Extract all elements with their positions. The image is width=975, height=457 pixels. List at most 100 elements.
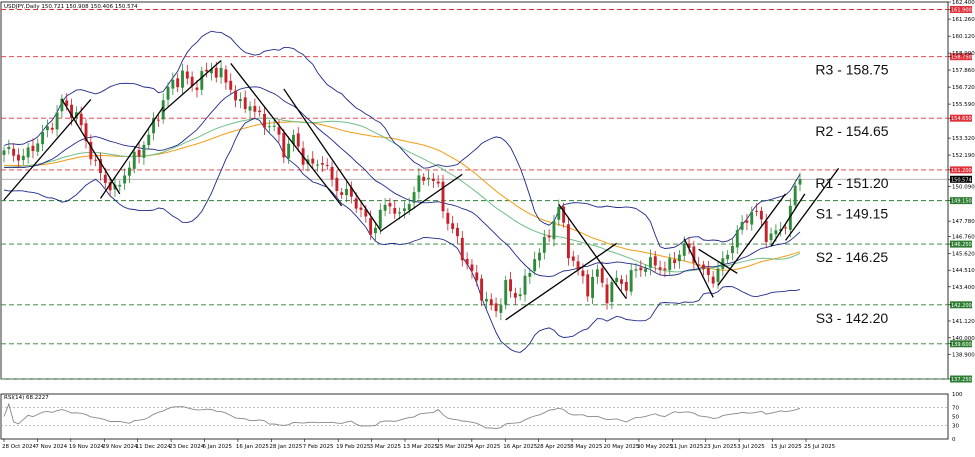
- candle-body: [764, 220, 768, 242]
- candle-body: [465, 258, 469, 265]
- chart-svg: USDJPY,Daily 150.721 150.908 150.406 150…: [0, 0, 975, 452]
- candle-body: [181, 70, 184, 88]
- x-tick-label: 7 Feb 2025: [303, 444, 334, 450]
- chart: USDJPY,Daily 150.721 150.908 150.406 150…: [0, 0, 975, 452]
- candle-body: [407, 204, 411, 211]
- candle-body: [238, 99, 242, 102]
- current-price-text: 150.574: [951, 177, 972, 183]
- candle-body: [460, 237, 464, 261]
- candle-body: [320, 163, 324, 165]
- x-tick-label: 11 Dec 2024: [136, 444, 172, 450]
- candle-body: [600, 268, 604, 283]
- candle-body: [509, 279, 512, 292]
- candle-body: [156, 119, 160, 121]
- candle-body: [504, 280, 508, 305]
- x-tick-label: 29 Nov 2024: [102, 444, 138, 450]
- candle-body: [605, 284, 609, 304]
- level-label-s3: S3 - 142.20: [816, 310, 889, 326]
- candle-body: [31, 145, 35, 152]
- candle-body: [398, 212, 402, 214]
- candle-body: [127, 167, 131, 176]
- x-tick-label: 7 Nov 2024: [35, 444, 67, 450]
- candle-body: [171, 79, 175, 89]
- candle-body: [166, 86, 170, 100]
- x-tick-label: 25 Jul 2025: [804, 444, 836, 450]
- candle-body: [50, 127, 54, 130]
- candle-body: [673, 259, 677, 264]
- candle-body: [475, 272, 479, 281]
- y-tick-label: 156.720: [952, 85, 975, 91]
- candle-body: [205, 69, 209, 72]
- x-tick-label: 19 Feb 2025: [336, 444, 371, 450]
- candle-body: [533, 259, 537, 272]
- level-badge-text: 137.250: [951, 377, 972, 383]
- candle-body: [716, 268, 720, 282]
- y-tick-label: 146.760: [952, 234, 975, 240]
- candle-body: [325, 164, 329, 166]
- x-tick-label: 4 Apr 2025: [470, 444, 501, 450]
- candle-body: [282, 132, 286, 158]
- y-tick-label: 147.780: [952, 219, 975, 225]
- candle-body: [388, 203, 392, 207]
- candle-body: [542, 236, 546, 253]
- x-tick-label: 23 Jun 2025: [704, 444, 738, 450]
- candle-body: [7, 146, 11, 150]
- x-tick-label: 28 Apr 2025: [537, 444, 572, 450]
- candle-body: [354, 198, 358, 209]
- candle-body: [176, 78, 180, 88]
- candle-body: [523, 275, 527, 295]
- candle-body: [456, 227, 459, 237]
- candle-body: [195, 87, 199, 90]
- level-badge-text: 142.200: [951, 303, 972, 309]
- rsi-tick-label: 0: [952, 437, 956, 443]
- candle-body: [147, 134, 151, 146]
- candle-body: [277, 127, 281, 135]
- x-tick-label: 6 Jan 2025: [203, 444, 233, 450]
- candle-body: [185, 71, 189, 79]
- x-tick-label: 19 Nov 2024: [69, 444, 105, 450]
- x-tick-label: 15 Jul 2025: [771, 444, 803, 450]
- candle-body: [359, 207, 363, 210]
- candle-body: [726, 254, 730, 260]
- candle-body: [45, 126, 49, 131]
- y-tick-label: 144.510: [952, 268, 975, 274]
- candle-body: [663, 268, 667, 270]
- candle-body: [330, 166, 334, 180]
- candle-body: [219, 67, 223, 78]
- candle-body: [740, 221, 744, 230]
- candle-body: [253, 105, 257, 112]
- candle-body: [402, 208, 406, 212]
- candle-body: [624, 281, 628, 291]
- x-tick-label: 23 Dec 2024: [169, 444, 205, 450]
- candle-body: [494, 303, 498, 312]
- candle-body: [234, 90, 238, 101]
- candle-body: [793, 185, 797, 206]
- candle-body: [224, 69, 228, 83]
- x-tick-label: 8 May 2025: [570, 444, 603, 450]
- candle-body: [538, 252, 541, 261]
- candle-body: [586, 274, 590, 297]
- candle-body: [229, 80, 233, 90]
- candle-body: [41, 131, 45, 145]
- y-tick-label: 150.090: [952, 185, 975, 191]
- candle-body: [634, 269, 638, 271]
- candle-body: [489, 299, 493, 306]
- candle-body: [755, 210, 759, 212]
- candle-body: [629, 270, 633, 292]
- candle-body: [668, 258, 672, 271]
- candle-body: [383, 204, 387, 211]
- level-label-s1: S1 - 149.15: [816, 206, 889, 222]
- y-tick-label: 155.590: [952, 102, 975, 108]
- candle-body: [369, 218, 373, 235]
- level-badge-text: 151.200: [951, 168, 972, 174]
- candle-body: [745, 220, 749, 223]
- candle-body: [94, 159, 98, 161]
- candle-body: [393, 207, 397, 214]
- candle-body: [26, 147, 30, 158]
- candle-body: [142, 144, 146, 158]
- candle-body: [620, 279, 623, 284]
- candle-body: [427, 177, 430, 180]
- candle-body: [55, 112, 59, 130]
- candle-body: [2, 150, 6, 155]
- y-tick-label: 141.120: [952, 319, 975, 325]
